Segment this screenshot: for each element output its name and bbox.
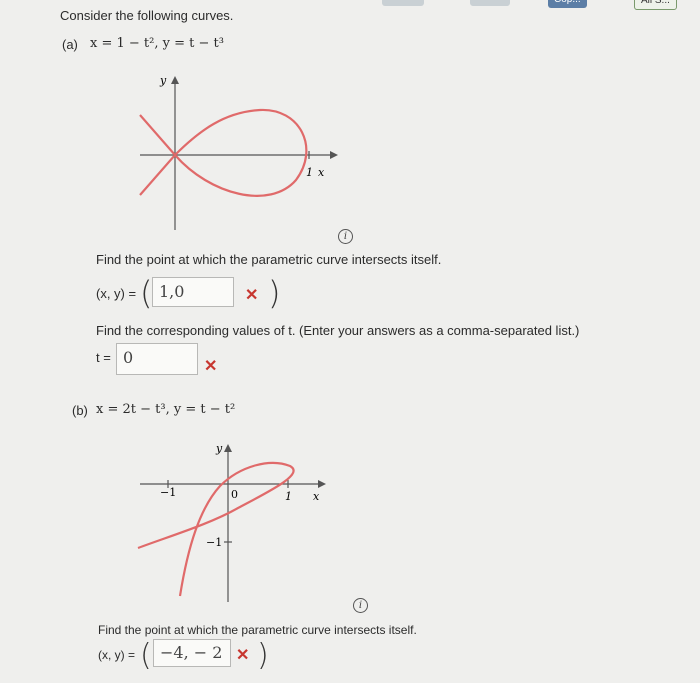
tick-label-neg1-x: −1	[160, 486, 176, 499]
part-a-graph: 1 x y	[139, 74, 338, 230]
part-b-question-1: Find the point at which the parametric c…	[98, 623, 417, 637]
part-a-question-1: Find the point at which the parametric c…	[96, 252, 442, 267]
copy-button[interactable]: Cop...	[548, 0, 587, 8]
incorrect-icon: ✕	[236, 647, 250, 664]
xy-input[interactable]: 1,0	[152, 277, 234, 307]
top-toolbar: Cop... All S...	[0, 0, 700, 10]
close-paren: )	[257, 638, 269, 673]
xy-input[interactable]: −4, − 2	[153, 639, 231, 667]
incorrect-icon: ✕	[204, 358, 218, 375]
tick-label-1: 1	[285, 490, 292, 503]
tick-label-neg1-y: −1	[206, 536, 222, 549]
part-a-equations: x = 1 − t², y = t − t³	[90, 36, 224, 51]
close-paren: )	[268, 274, 281, 312]
y-axis-label: y	[215, 442, 223, 455]
open-paren: (	[140, 274, 153, 312]
tick-label-0: 0	[231, 488, 238, 501]
y-axis-arrow	[171, 76, 179, 84]
y-axis-arrow	[224, 444, 232, 452]
part-a-label: (a)	[62, 37, 78, 52]
open-paren: (	[140, 638, 152, 673]
info-icon[interactable]: i	[353, 598, 368, 613]
intro-text: Consider the following curves.	[60, 8, 234, 23]
x-axis-arrow	[330, 151, 338, 159]
t-label: t =	[96, 350, 111, 365]
tick-label-1: 1	[306, 166, 313, 179]
info-icon[interactable]: i	[338, 229, 353, 244]
x-axis-label: x	[318, 166, 325, 179]
parametric-curve-a	[139, 108, 308, 197]
toolbar-tab[interactable]	[382, 0, 424, 6]
all-button[interactable]: All S...	[634, 0, 677, 10]
parametric-curve-b	[137, 461, 295, 597]
y-axis-label: y	[159, 74, 167, 87]
incorrect-icon: ✕	[245, 287, 259, 304]
part-b-graph: −1 0 1 −1 x y	[137, 442, 326, 602]
x-axis-arrow	[318, 480, 326, 488]
part-b-equations: x = 2t − t³, y = t − t²	[96, 402, 236, 417]
xy-label: (x, y) =	[96, 286, 137, 301]
x-axis-label: x	[313, 490, 320, 503]
part-b-label: (b)	[72, 403, 88, 418]
xy-label: (x, y) =	[98, 648, 136, 662]
part-a-question-2: Find the corresponding values of t. (Ent…	[96, 323, 580, 338]
t-input[interactable]: 0	[116, 343, 198, 375]
toolbar-tab[interactable]	[470, 0, 510, 6]
